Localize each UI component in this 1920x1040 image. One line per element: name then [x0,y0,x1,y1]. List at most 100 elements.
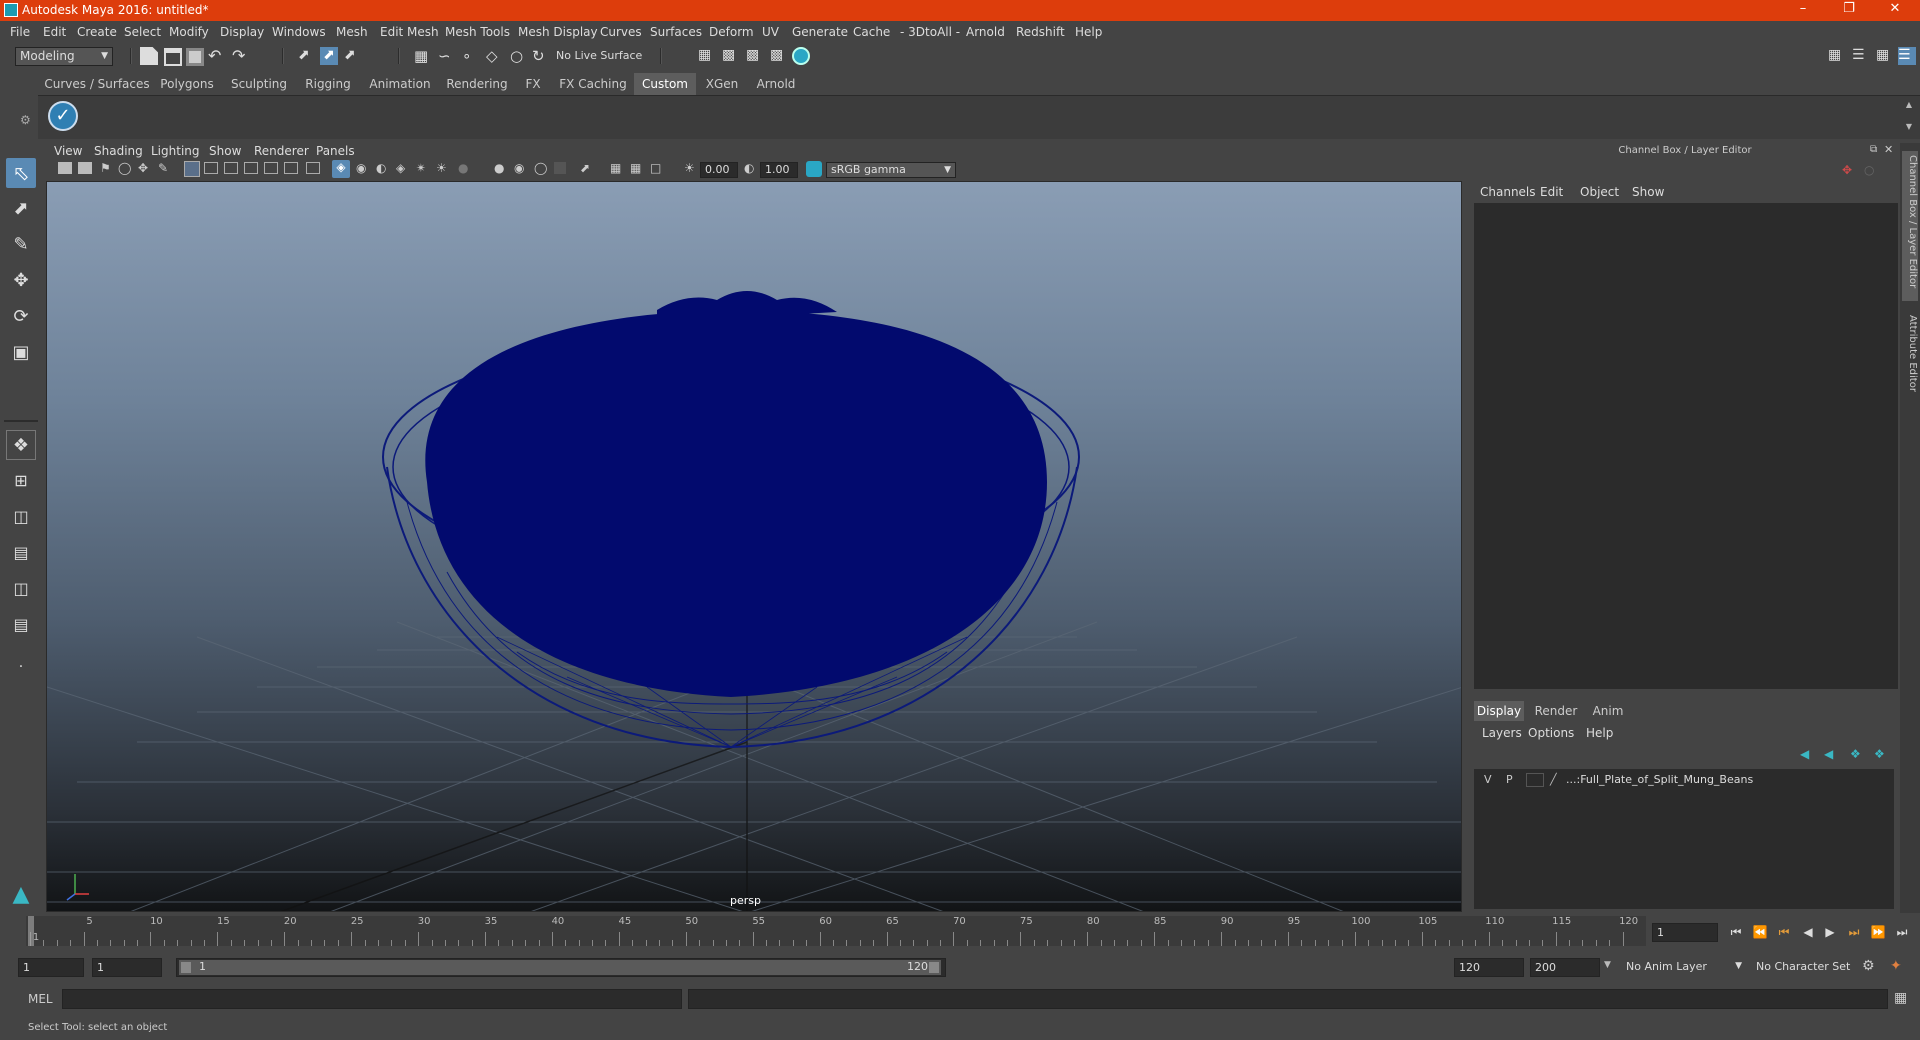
snap-to-grid-icon[interactable]: ▦ [414,47,432,65]
open-scene-icon[interactable] [164,48,182,66]
ipr-render-icon[interactable]: ▩ [746,47,764,65]
gate-mask-icon[interactable] [244,162,258,174]
command-language-label[interactable]: MEL [28,992,53,1006]
snap-to-point-icon[interactable]: ∘ [462,47,480,65]
range-slider-handle[interactable]: 1 120 [179,960,941,975]
bookmark-icon[interactable]: ⚑ [100,161,111,175]
menu-help[interactable]: Help [1075,25,1102,39]
channel-menu-object[interactable]: Object [1580,185,1619,199]
menu-cache[interactable]: Cache [853,25,890,39]
menu-file[interactable]: File [10,25,30,39]
camera-attributes-icon[interactable] [78,162,92,174]
close-button[interactable]: ✕ [1872,1,1918,20]
resolution-gate-icon[interactable] [224,162,238,174]
range-slider-right-grip[interactable] [929,962,939,973]
shelf-scroll-up-icon[interactable]: ▲ [1906,100,1912,109]
menu-mesh[interactable]: Mesh [336,25,368,39]
select-by-component-icon[interactable]: ⬈ [344,47,362,65]
panel-menu-view[interactable]: View [54,144,82,158]
auto-key-icon[interactable]: ⚙ [1862,958,1875,974]
channel-menu-edit[interactable]: Edit [1540,185,1563,199]
channel-box-toggle-icon[interactable]: ☰ [1898,47,1916,65]
close-panel-icon[interactable]: ✕ [1884,143,1893,156]
snap-to-curve-icon[interactable]: ∽ [438,47,456,65]
exposure-icon[interactable]: ☀ [684,161,695,175]
layer-tab-anim[interactable]: Anim [1586,701,1630,721]
render-view-icon[interactable]: ▩ [770,47,788,65]
use-default-material-icon[interactable]: ◐ [376,161,386,175]
range-slider-left-grip[interactable] [181,962,191,973]
lights-icon[interactable]: ● [458,161,468,175]
current-frame-field[interactable]: 1 [1652,923,1718,942]
snap-to-surface-icon[interactable]: ○ [510,47,528,65]
layer-menu-layers[interactable]: Layers [1482,726,1522,740]
anim-layer-dropdown[interactable]: No Anim Layer ▼ [1622,958,1746,977]
scale-tool-icon[interactable]: ▣ [6,338,36,368]
hypershade-layout-icon[interactable]: ◫ [6,574,36,604]
layer-menu-options[interactable]: Options [1528,726,1574,740]
new-scene-icon[interactable] [140,47,158,65]
channel-axis-icon[interactable]: ✥ [1842,163,1852,177]
float-panel-icon[interactable]: ⧉ [1870,144,1877,155]
snap-to-view-plane-icon[interactable]: ◇ [486,47,504,65]
shelf-tab-custom[interactable]: Custom [634,73,696,95]
modeling-toolkit-icon[interactable]: ▦ [1828,47,1846,65]
panel-menu-show[interactable]: Show [209,144,241,158]
menu-mesh-tools[interactable]: Mesh Tools [445,25,510,39]
go-to-end-icon[interactable]: ⏭ [1894,925,1910,941]
step-forward-frame-icon[interactable]: ⏩ [1870,925,1886,941]
menu-display[interactable]: Display [220,25,264,39]
bowl-mesh[interactable] [382,291,1080,749]
animation-end-field[interactable]: 200 [1530,958,1600,977]
shelf-tab-rendering[interactable]: Rendering [444,73,510,95]
menu-arnold[interactable]: Arnold [966,25,1005,39]
menu-windows[interactable]: Windows [272,25,326,39]
animation-preferences-icon[interactable]: ✦ [1890,958,1902,974]
render-current-frame-icon[interactable]: ▩ [722,47,740,65]
make-live-icon[interactable]: ↻ [532,47,550,65]
side-tab-attribute-editor[interactable]: Attribute Editor [1902,311,1918,401]
menu-generate[interactable]: Generate [792,25,848,39]
menu-modify[interactable]: Modify [169,25,209,39]
channel-menu-show[interactable]: Show [1632,185,1664,199]
shelf-scroll-down-icon[interactable]: ▼ [1906,122,1912,131]
hud-icon[interactable]: □ [650,161,661,175]
menu-select[interactable]: Select [124,25,161,39]
layer-playback-toggle[interactable]: P [1506,773,1513,786]
command-input[interactable] [62,989,682,1009]
time-slider[interactable]: 1 5 10 15 20 25 30 35 40 45 50 55 60 65 70 75 80 85 90 95 10… [0,916,1920,950]
new-layer-from-selected-icon[interactable]: ❖ [1874,747,1885,761]
safe-action-icon[interactable] [284,162,298,174]
side-tab-channel-box[interactable]: Channel Box / Layer Editor [1902,151,1918,301]
grid-icon[interactable] [184,161,200,177]
menu-edit[interactable]: Edit [43,25,66,39]
hypershade-icon[interactable] [792,47,810,65]
time-slider-ruler[interactable]: 1 5 10 15 20 25 30 35 40 45 50 55 60 65 70 75 80 85 90 95 10… [26,916,1646,946]
xray-joints-icon[interactable]: ▦ [610,161,621,175]
textured-icon[interactable]: ☀ [436,161,447,175]
gamma-icon[interactable]: ◐ [744,161,754,175]
shelf-settings-icon[interactable]: ⚙ [20,113,34,127]
character-set-dropdown[interactable]: No Character Set [1752,958,1876,977]
menu-set-dropdown[interactable]: Modeling ▼ [15,47,113,66]
layer-menu-help[interactable]: Help [1586,726,1613,740]
move-layer-down-icon[interactable]: ◀ [1824,747,1833,761]
perspective-viewport[interactable]: persp [46,181,1462,912]
layer-visibility-toggle[interactable]: V [1484,773,1492,786]
paint-select-tool-icon[interactable]: ✎ [6,230,36,260]
step-back-key-icon[interactable]: ⏮ [1776,925,1792,941]
shelf-tab-fx[interactable]: FX [518,73,548,95]
layer-name[interactable]: ...:Full_Plate_of_Split_Mung_Beans [1566,773,1753,786]
attribute-editor-toggle-icon[interactable]: ☰ [1852,47,1870,65]
menu-mesh-display[interactable]: Mesh Display [518,25,598,39]
minimize-button[interactable]: – [1780,1,1826,20]
tool-settings-toggle-icon[interactable]: ▦ [1876,47,1894,65]
panel-menu-panels[interactable]: Panels [316,144,355,158]
four-view-layout-icon[interactable]: ⊞ [6,466,36,496]
playback-end-field[interactable]: 120 [1454,958,1524,977]
menu-3dtoall[interactable]: - 3DtoAll - [900,25,960,39]
panel-menu-lighting[interactable]: Lighting [151,144,200,158]
2d-pan-zoom-icon[interactable]: ✥ [138,161,148,175]
layer-color-swatch[interactable]: ╱ [1550,773,1564,787]
playback-start-field[interactable]: 1 [92,958,162,977]
